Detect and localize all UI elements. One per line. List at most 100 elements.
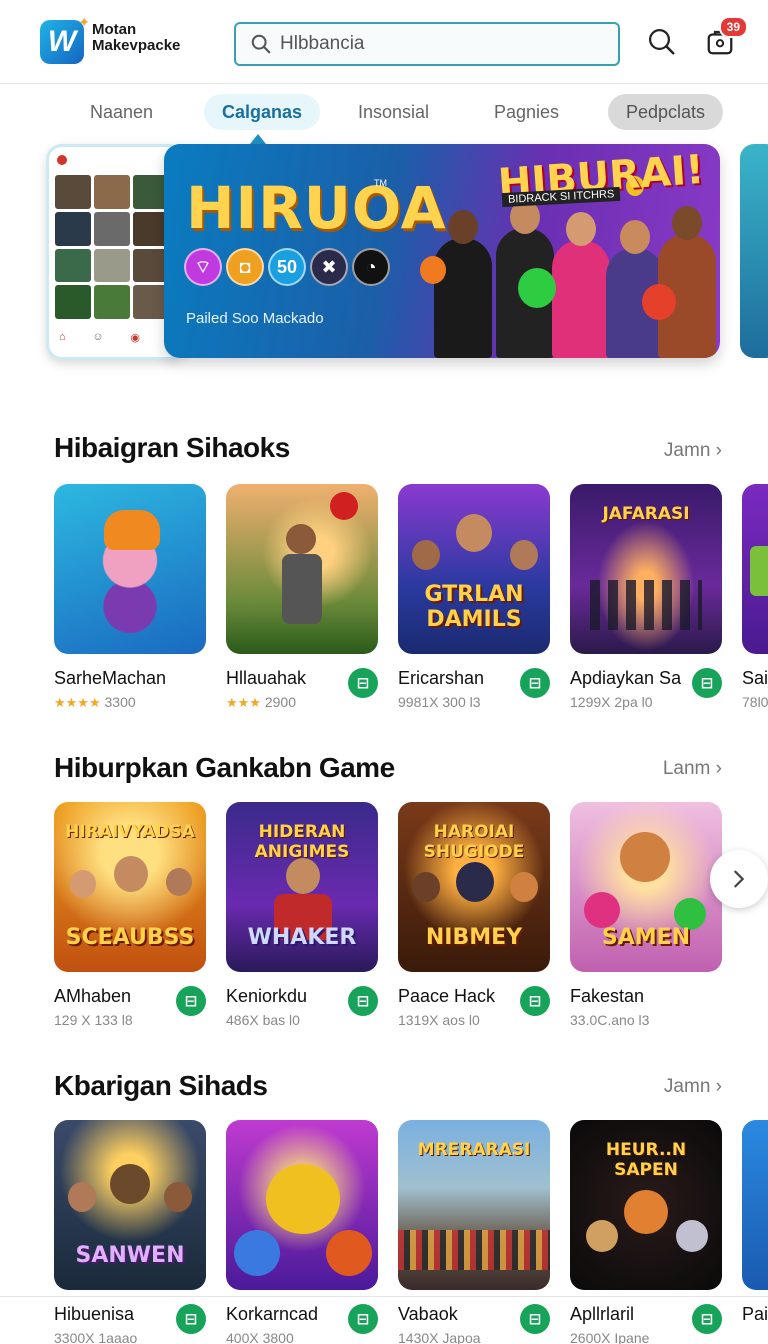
app-logo[interactable]: W ✦ [40,14,90,64]
rating-count: 2900 [264,694,297,710]
app-meta: 1430X Japoa [398,1330,481,1344]
app-meta: ★★★★ 3300 [54,694,136,711]
chat-icon[interactable]: ◔ [352,248,390,286]
get-app-button[interactable]: ⊟ [520,1304,550,1334]
app-meta: 9981X 300 l3 [398,694,481,710]
app-card[interactable]: HIRAIVYADSA SCEAUBSS AMhaben 129 X 133 l… [54,802,206,1028]
banner-title: HIRUOA [186,174,447,242]
app-card[interactable]: GTRLAN DAMILS Ericarshan 9981X 300 l3 ⊟ [398,484,550,710]
see-more-link[interactable]: Jamn › [664,1076,722,1098]
app-thumbnail[interactable] [54,484,206,654]
app-thumbnail[interactable] [226,484,378,654]
thumbnail-text: HEUR..N SAPEN [605,1140,687,1180]
app-name: Apllrlaril [570,1304,635,1324]
shopping-icon[interactable]: ◘ [226,248,264,286]
search-button[interactable] [644,24,680,60]
next-banner-peek[interactable] [740,144,768,358]
app-thumbnail[interactable]: JAFARASI [570,484,722,654]
get-app-button[interactable]: ⊟ [348,1304,378,1334]
active-tab-indicator [250,134,266,144]
app-store-icon: ⊟ [356,675,370,692]
banner-people-art [420,176,720,358]
notification-badge: 39 [718,16,748,38]
number-badge-icon[interactable]: 50 [268,248,306,286]
app-thumbnail[interactable]: SANWEN [54,1120,206,1290]
tab-insonsial[interactable]: Insonsial [340,94,447,130]
search-box[interactable] [234,22,620,66]
app-card[interactable]: HEUR..N SAPEN Apllrlaril 2600X Ipane ⊟ [570,1120,722,1344]
app-thumbnail[interactable] [226,1120,378,1290]
thumbnail-text: NIBMEY [425,925,523,950]
thumbnail-text: WHAKER [247,925,357,950]
app-thumbnail[interactable] [742,1120,768,1290]
app-thumbnail[interactable]: MRERARASI [398,1120,550,1290]
app-meta: 1299X 2pa l0 [570,694,653,710]
banner-subtitle: Pailed Soo Mackado [186,310,324,327]
app-meta: 129 X 133 l8 [54,1012,133,1028]
get-app-button[interactable]: ⊟ [692,1304,722,1334]
see-more-label: Jamn [663,440,711,461]
tab-calganas[interactable]: Calganas [204,94,321,130]
rating-count: 3300 [104,694,136,710]
app-card[interactable]: Pai [742,1120,768,1324]
thumbnail-text: JAFARASI [602,504,690,524]
app-card[interactable]: HAROIAI SHUGIODE NIBMEY Paace Hack 1319X… [398,802,550,1028]
phone-nav-bar: ⌂ ☺ ◉ ⌕ [59,329,173,345]
chevron-right-icon: › [715,440,722,461]
app-thumbnail[interactable]: SAMEN [570,802,722,972]
get-app-button[interactable]: ⊟ [520,986,550,1016]
get-app-button[interactable]: ⊟ [348,986,378,1016]
tab-naanen[interactable]: Naanen [72,94,171,130]
notifications-button[interactable]: 39 [702,16,748,60]
app-card[interactable]: HIDERAN ANIGIMES WHAKER Keniorkdu 486X b… [226,802,378,1028]
search-input[interactable] [280,33,580,55]
app-card[interactable]: Korkarncad 400X 3800 ⊟ [226,1120,378,1344]
app-meta: 3300X 1aaao [54,1330,138,1344]
thumbnail-text: SCEAUBSS [65,925,195,950]
person-icon: ☺ [92,331,104,343]
get-app-button[interactable]: ⊟ [176,986,206,1016]
app-thumbnail[interactable] [742,484,768,654]
app-name: Korkarncad [226,1304,319,1324]
see-more-link[interactable]: Lanm › [663,758,722,780]
tab-pagnies[interactable]: Pagnies [476,94,577,130]
logo-line-2: Makevpacke [92,37,181,54]
wifi-icon[interactable]: ⌔ [184,248,222,286]
see-more-link[interactable]: Jamn › [664,440,722,462]
app-card[interactable]: SarheMachan ★★★★ 3300 [54,484,206,710]
app-meta: 486X bas l0 [226,1012,300,1028]
section-title: Hiburpkan Gankabn Game [54,752,395,783]
rating-stars: ★★★★ [54,695,101,710]
get-app-button[interactable]: ⊟ [520,668,550,698]
app-thumbnail[interactable]: GTRLAN DAMILS [398,484,550,654]
app-name: Ericarshan [398,668,485,688]
get-app-button[interactable]: ⊟ [176,1304,206,1334]
app-card[interactable]: SANWEN Hibuenisa 3300X 1aaao ⊟ [54,1120,206,1344]
search-icon [251,34,271,54]
app-meta: ★★★ 2900 [226,694,296,711]
app-name: Fakestan [570,986,645,1006]
app-thumbnail[interactable]: HIRAIVYADSA SCEAUBSS [54,802,206,972]
gamepad-icon[interactable]: ✖ [310,248,348,286]
hero-banner[interactable]: HIRUOA TM ⌔ ◘ 50 ✖ ◔ Pailed Soo Mackado … [164,144,720,358]
app-store-icon: ⊟ [700,1311,714,1328]
app-card[interactable]: MRERARASI Vabaok 1430X Japoa ⊟ [398,1120,550,1344]
app-thumbnail[interactable]: HIDERAN ANIGIMES WHAKER [226,802,378,972]
app-thumbnail[interactable]: HEUR..N SAPEN [570,1120,722,1290]
app-card[interactable]: Sai 78l0 [742,484,768,710]
app-card[interactable]: Hllauahak ★★★ 2900 ⊟ [226,484,378,710]
thumbnail-text: SANWEN [75,1243,185,1268]
chevron-right-icon: › [715,1076,722,1097]
app-card[interactable]: SAMEN Fakestan 33.0C.ano l3 [570,802,722,1028]
scroll-next-button[interactable] [710,850,768,908]
tab-pedpclats[interactable]: Pedpclats [608,94,724,130]
app-card[interactable]: JAFARASI Apdiaykan Sa 1299X 2pa l0 ⊟ [570,484,722,710]
get-app-button[interactable]: ⊟ [348,668,378,698]
app-thumbnail[interactable]: HAROIAI SHUGIODE NIBMEY [398,802,550,972]
app-name: Apdiaykan Sa [570,668,682,688]
phone-photo-grid [55,175,169,319]
get-app-button[interactable]: ⊟ [692,668,722,698]
rating-stars: ★★★ [226,695,261,710]
app-meta: 2600X Ipane [570,1330,650,1344]
chevron-right-icon: › [715,758,722,779]
